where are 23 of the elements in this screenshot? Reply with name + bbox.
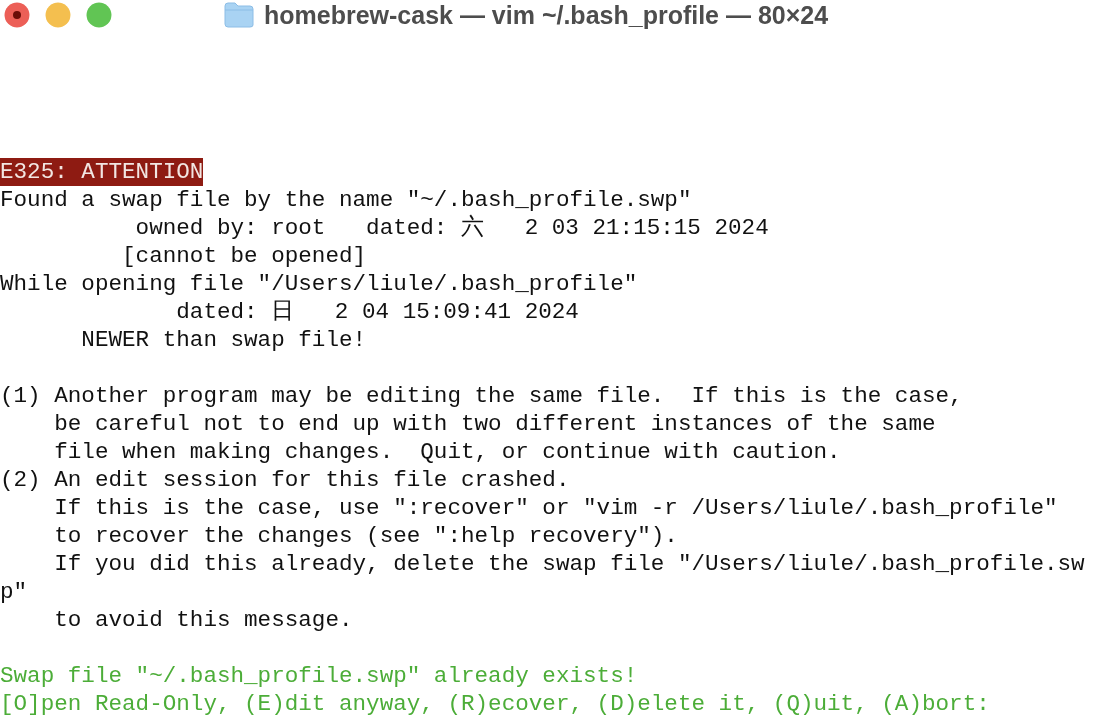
terminal-line: to avoid this message. <box>53 606 353 634</box>
terminal-line: be careful not to end up with two different instances of the same <box>53 410 936 438</box>
prompt-line: [O]pen Read-Only, (E)dit anyway, (R)ecover, (D)elete it, (Q)uit, (A)bort: <box>0 690 990 718</box>
terminal-line: If you did this already, delete the swap file "/Users/liule/.bash_profile.sw <box>53 550 1085 578</box>
terminal-line: to recover the changes (see ":help recovery"). <box>53 522 678 550</box>
minimize-button[interactable] <box>45 2 71 28</box>
maximize-button[interactable] <box>86 2 112 28</box>
folder-icon <box>224 2 254 28</box>
terminal-line: (2) An edit session for this file crashed. <box>0 466 570 494</box>
terminal-line: Found a swap file by the name "~/.bash_profile.swp" <box>0 186 692 214</box>
terminal-line: file when making changes. Quit, or continue with caution. <box>53 438 841 466</box>
error-message: E325: ATTENTION <box>0 158 204 186</box>
terminal-line: NEWER than swap file! <box>80 326 367 354</box>
terminal-line: owned by: root dated: 六 2 03 21:15:15 2024 <box>134 214 769 242</box>
prompt-line: Swap file "~/.bash_profile.swp" already exists! <box>0 662 638 690</box>
close-button[interactable] <box>4 2 30 28</box>
terminal-line: While opening file "/Users/liule/.bash_profile" <box>0 270 638 298</box>
terminal-line: [cannot be opened] <box>121 242 367 270</box>
terminal-line: p" <box>0 578 28 606</box>
terminal-line: If this is the case, use ":recover" or "vim -r /Users/liule/.bash_profile" <box>53 494 1058 522</box>
window-title: homebrew-cask — vim ~/.bash_profile — 80×24 <box>264 0 829 30</box>
terminal-line: dated: 日 2 04 15:09:41 2024 <box>175 298 579 326</box>
terminal-line: (1) Another program may be editing the same file. If this is the case, <box>0 382 963 410</box>
